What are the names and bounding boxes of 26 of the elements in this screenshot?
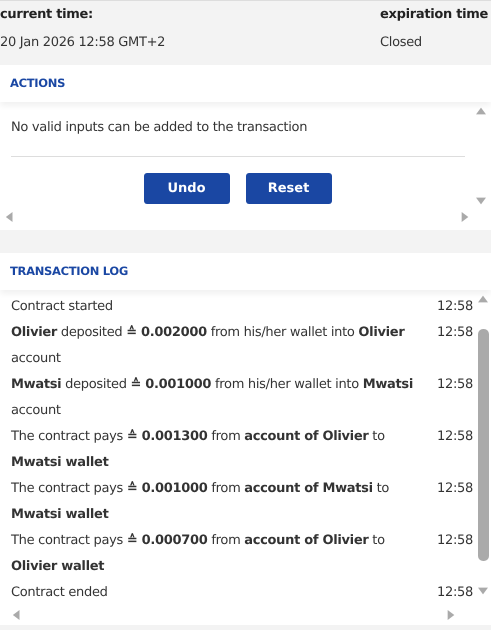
scrollbar-thumb[interactable] [478,329,488,561]
log-time: 12:58 [436,532,473,550]
log-message: Contract started [11,298,114,316]
scroll-up-icon[interactable] [477,294,489,304]
scroll-right-icon[interactable] [445,610,457,620]
log-time: 12:58 [436,298,473,316]
log-message: The contract pays ≙ 0.000700 from account of Olivier to Olivier wallet [11,532,386,576]
log-message: Contract ended [11,584,109,602]
status-message: No valid inputs can be added to the transaction [10,119,308,138]
section-title: TRANSACTION LOG [0,252,491,290]
log-time: 12:58 [436,584,473,602]
reset-button[interactable]: Reset [246,172,332,204]
expiration-value: Closed [380,34,423,52]
scroll-right-icon[interactable] [459,212,471,222]
section-title: ACTIONS [0,65,491,102]
log-time: 12:58 [436,428,473,446]
scroll-up-icon[interactable] [475,106,487,116]
log-time: 12:58 [436,324,473,342]
log-time: 12:58 [436,480,473,498]
current-time-label: current time: [0,6,94,24]
scroll-down-icon[interactable] [477,586,489,596]
undo-button[interactable]: Undo [144,172,230,204]
current-time-value: 20 Jan 2026 12:58 GMT+2 [0,34,166,52]
scroll-down-icon[interactable] [475,196,487,206]
log-time: 12:58 [436,376,473,394]
expiration-time-label: expiration time [380,6,488,24]
